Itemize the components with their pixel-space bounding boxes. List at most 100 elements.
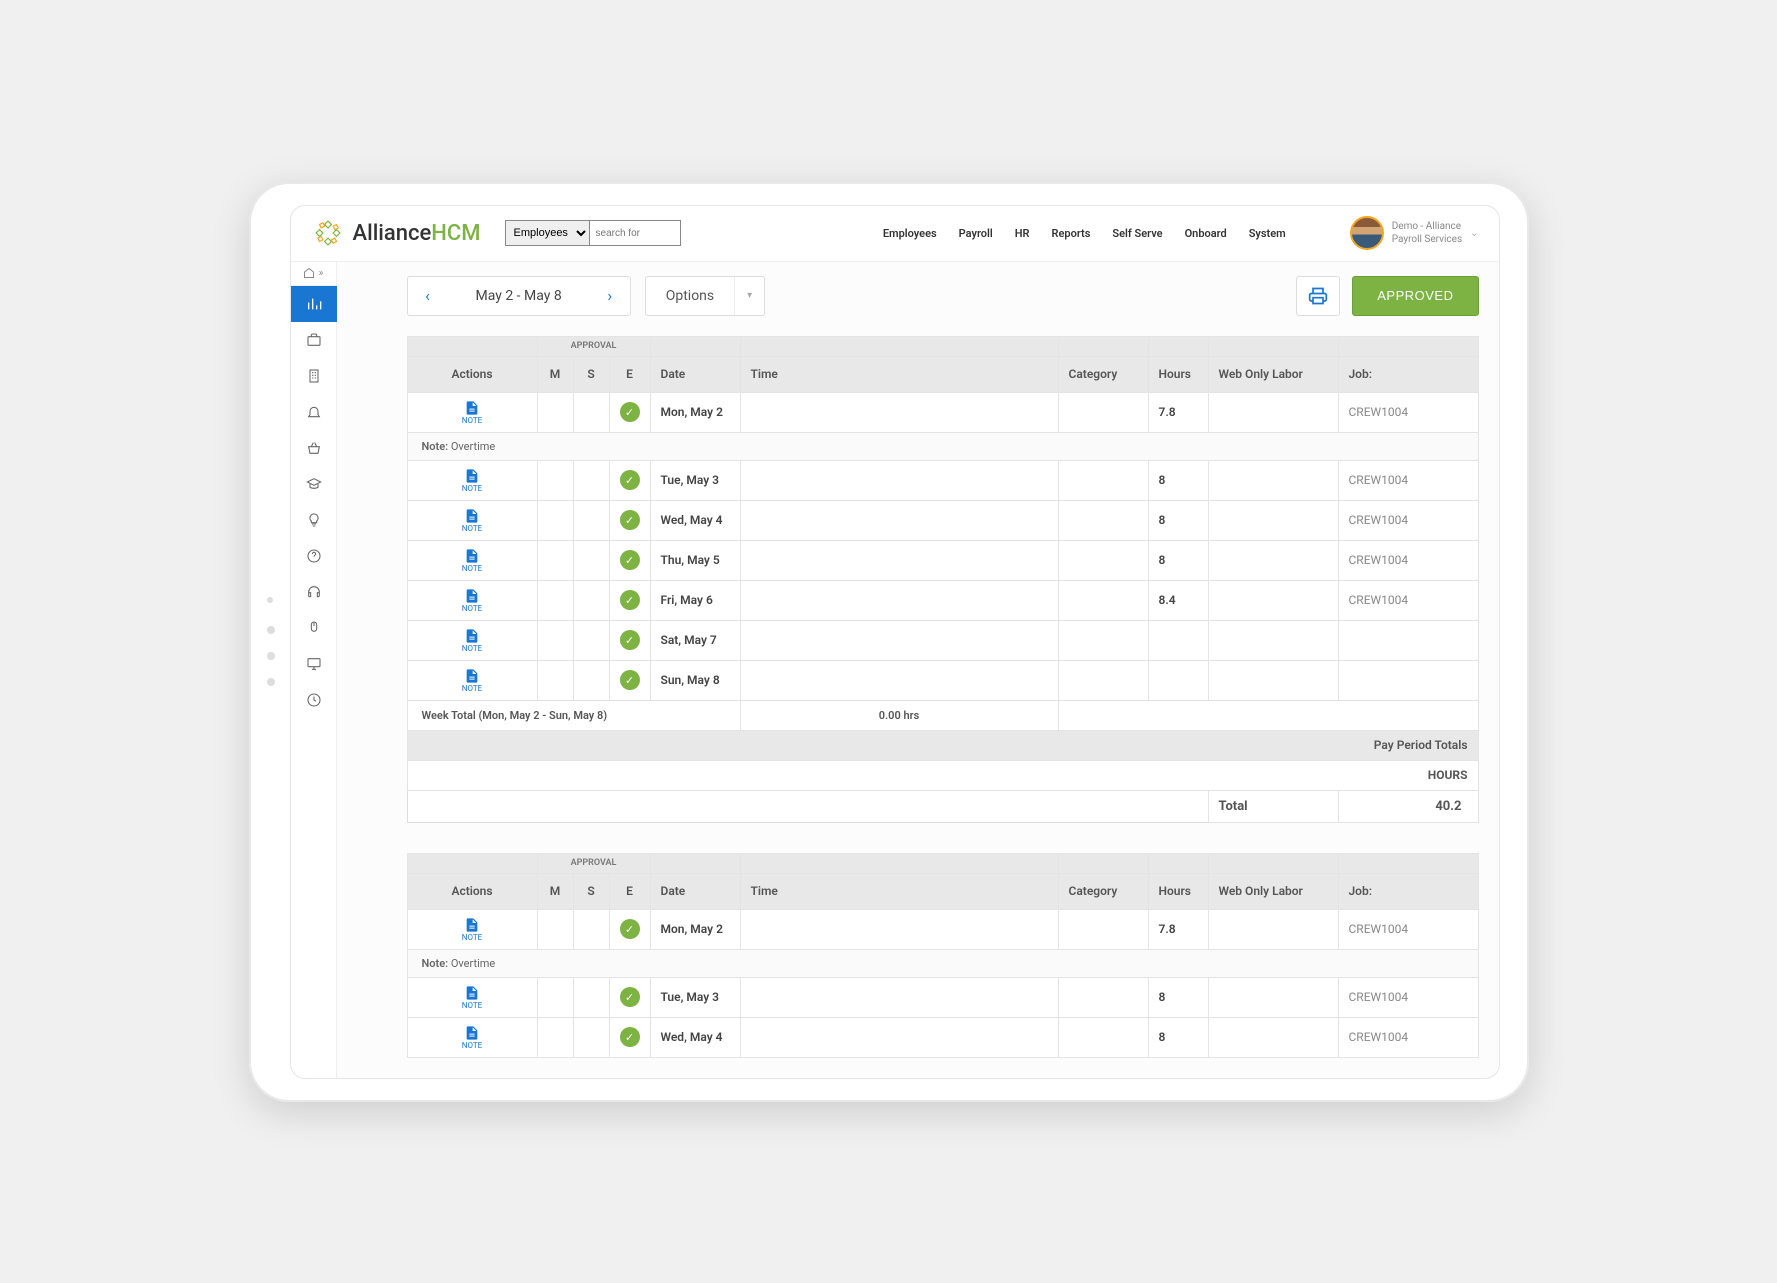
file-icon	[464, 917, 480, 933]
check-icon: ✓	[620, 402, 640, 422]
note-button[interactable]: NOTE	[462, 508, 482, 533]
hours-cell: 8	[1148, 977, 1208, 1017]
sidebar-expand[interactable]: »	[291, 262, 336, 286]
print-button[interactable]	[1296, 276, 1340, 316]
sidebar-item-basket[interactable]	[291, 430, 337, 466]
file-icon	[464, 668, 480, 684]
chevron-right-icon: »	[319, 268, 324, 279]
timesheet-table-2: APPROVAL Actions M S E Date Time Categor…	[407, 853, 1479, 1058]
job-cell	[1338, 660, 1478, 700]
note-button[interactable]: NOTE	[462, 588, 482, 613]
hours-cell	[1148, 620, 1208, 660]
note-button[interactable]: NOTE	[462, 1025, 482, 1050]
table-row: NOTE ✓ Sun, May 8	[407, 660, 1478, 700]
check-icon: ✓	[620, 670, 640, 690]
nav-link-system[interactable]: System	[1249, 227, 1286, 240]
check-icon: ✓	[620, 550, 640, 570]
logo[interactable]: AllianceHCM	[311, 216, 481, 250]
sidebar-item-monitor[interactable]	[291, 646, 337, 682]
note-button[interactable]: NOTE	[462, 468, 482, 493]
note-button[interactable]: NOTE	[462, 628, 482, 653]
sidebar-item-clock[interactable]	[291, 682, 337, 718]
sidebar-item-mouse[interactable]	[291, 610, 337, 646]
table-row: NOTE ✓ Wed, May 4 8 CREW1004	[407, 500, 1478, 540]
date-cell: Tue, May 3	[650, 977, 740, 1017]
nav-link-reports[interactable]: Reports	[1052, 227, 1091, 240]
check-icon: ✓	[620, 1027, 640, 1047]
chevron-down-icon: ▾	[734, 277, 764, 315]
note-button[interactable]: NOTE	[462, 668, 482, 693]
table-row: NOTE ✓ Thu, May 5 8 CREW1004	[407, 540, 1478, 580]
next-arrow[interactable]: ›	[590, 286, 630, 305]
note-button[interactable]: NOTE	[462, 400, 482, 425]
sidebar-item-headset[interactable]	[291, 574, 337, 610]
nav-link-self-serve[interactable]: Self Serve	[1112, 227, 1162, 240]
check-icon: ✓	[620, 987, 640, 1007]
check-icon: ✓	[620, 630, 640, 650]
date-cell: Mon, May 2	[650, 392, 740, 432]
timesheet-table: APPROVAL Actions M S E Date Time Categor…	[407, 336, 1479, 823]
table-row: NOTE ✓ Mon, May 2 7.8 CREW1004	[407, 909, 1478, 949]
options-button[interactable]: Options ▾	[645, 276, 765, 316]
hours-cell: 8	[1148, 460, 1208, 500]
date-cell: Thu, May 5	[650, 540, 740, 580]
file-icon	[464, 985, 480, 1001]
date-cell: Mon, May 2	[650, 909, 740, 949]
hours-cell: 7.8	[1148, 392, 1208, 432]
job-cell: CREW1004	[1338, 500, 1478, 540]
logo-text-h: HCM	[431, 221, 480, 246]
job-cell: CREW1004	[1338, 580, 1478, 620]
col-m: M	[537, 356, 573, 392]
approved-button[interactable]: APPROVED	[1352, 276, 1478, 316]
search-scope-select[interactable]: Employees	[506, 221, 590, 245]
sidebar-item-analytics[interactable]	[291, 286, 337, 322]
nav-link-payroll[interactable]: Payroll	[959, 227, 993, 240]
search-input[interactable]	[590, 221, 680, 245]
nav-link-onboard[interactable]: Onboard	[1185, 227, 1227, 240]
sidebar-item-briefcase[interactable]	[291, 322, 337, 358]
note-button[interactable]: NOTE	[462, 917, 482, 942]
table-row: NOTE ✓ Tue, May 3 8 CREW1004	[407, 977, 1478, 1017]
file-icon	[464, 508, 480, 524]
sidebar-item-bell[interactable]	[291, 394, 337, 430]
week-total-row: Week Total (Mon, May 2 - Sun, May 8) 0.0…	[407, 700, 1478, 730]
avatar	[1350, 216, 1384, 250]
table-row: NOTE ✓ Tue, May 3 8 CREW1004	[407, 460, 1478, 500]
approval-col-label: APPROVAL	[537, 853, 650, 873]
table-row: NOTE ✓ Sat, May 7	[407, 620, 1478, 660]
file-icon	[464, 400, 480, 416]
date-cell: Sat, May 7	[650, 620, 740, 660]
hours-cell	[1148, 660, 1208, 700]
nav-link-employees[interactable]: Employees	[883, 227, 937, 240]
user-block[interactable]: Demo - Alliance Payroll Services ⌄	[1350, 216, 1479, 250]
user-line1: Demo - Alliance	[1392, 220, 1462, 233]
chevron-down-icon: ⌄	[1470, 228, 1478, 239]
job-cell: CREW1004	[1338, 460, 1478, 500]
pay-period-total-row: Total40.2	[407, 790, 1478, 822]
options-label: Options	[646, 288, 734, 304]
pay-period-hours-label: HOURS	[407, 760, 1478, 790]
col-wol: Web Only Labor	[1208, 356, 1338, 392]
col-hours: Hours	[1148, 356, 1208, 392]
date-range-label[interactable]: May 2 - May 8	[448, 288, 590, 304]
note-row: Note: Overtime	[407, 432, 1478, 460]
date-cell: Wed, May 4	[650, 500, 740, 540]
note-button[interactable]: NOTE	[462, 548, 482, 573]
sidebar-item-building[interactable]	[291, 358, 337, 394]
note-button[interactable]: NOTE	[462, 985, 482, 1010]
sidebar-item-help[interactable]	[291, 538, 337, 574]
sidebar-item-bulb[interactable]	[291, 502, 337, 538]
check-icon: ✓	[620, 590, 640, 610]
hours-cell: 8.4	[1148, 580, 1208, 620]
col-s: S	[573, 356, 609, 392]
date-cell: Wed, May 4	[650, 1017, 740, 1057]
check-icon: ✓	[620, 470, 640, 490]
table-row: NOTE ✓ Mon, May 2 7.8 CREW1004	[407, 392, 1478, 432]
sidebar-item-grad[interactable]	[291, 466, 337, 502]
approval-col-label: APPROVAL	[537, 336, 650, 356]
table-row: NOTE ✓ Wed, May 4 8 CREW1004	[407, 1017, 1478, 1057]
prev-arrow[interactable]: ‹	[408, 286, 448, 305]
date-cell: Fri, May 6	[650, 580, 740, 620]
nav-link-hr[interactable]: HR	[1015, 227, 1030, 240]
search-group: Employees	[505, 220, 681, 246]
